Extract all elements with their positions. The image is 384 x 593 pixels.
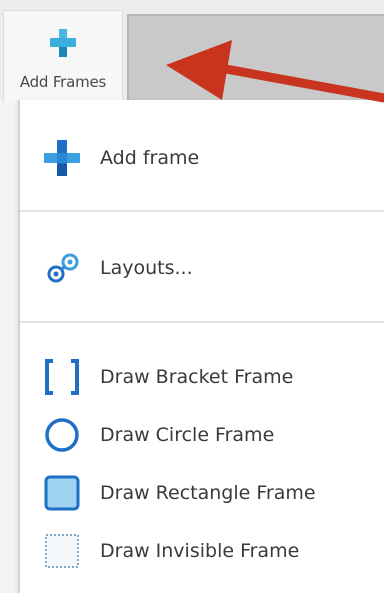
layouts-icon — [47, 253, 79, 283]
add-frame-icon — [44, 140, 80, 176]
menu-item-label: Add frame — [100, 147, 200, 169]
menu-item-draw-rectangle-frame[interactable]: Draw Rectangle Frame — [20, 468, 384, 518]
circle-frame-icon — [45, 418, 79, 452]
screenshot-canvas: Add Frames Add frame Layouts... Draw Bra… — [0, 0, 384, 593]
menu-item-draw-circle-frame[interactable]: Draw Circle Frame — [20, 410, 384, 460]
menu-item-label: Draw Circle Frame — [100, 424, 275, 446]
plus-icon — [50, 29, 76, 57]
menu-item-label: Draw Rectangle Frame — [100, 482, 316, 504]
add-frames-label: Add Frames — [19, 73, 107, 91]
invisible-frame-icon — [45, 534, 79, 568]
menu-item-label: Layouts... — [100, 257, 193, 279]
menu-item-layouts[interactable]: Layouts... — [20, 243, 384, 293]
menu-item-draw-bracket-frame[interactable]: Draw Bracket Frame — [20, 352, 384, 402]
add-frames-dropdown-menu: Add frame Layouts... Draw Bracket Frame — [18, 100, 384, 593]
bracket-frame-icon — [45, 359, 79, 395]
menu-item-label: Draw Invisible Frame — [100, 540, 300, 562]
menu-item-label: Draw Bracket Frame — [100, 366, 294, 388]
menu-item-add-frame[interactable]: Add frame — [20, 133, 384, 183]
rectangle-frame-icon — [44, 475, 80, 511]
menu-item-draw-invisible-frame[interactable]: Draw Invisible Frame — [20, 526, 384, 576]
menu-divider — [20, 210, 384, 212]
toolbar-panel — [127, 14, 384, 102]
add-frames-button[interactable]: Add Frames — [3, 10, 123, 102]
menu-divider — [20, 321, 384, 323]
